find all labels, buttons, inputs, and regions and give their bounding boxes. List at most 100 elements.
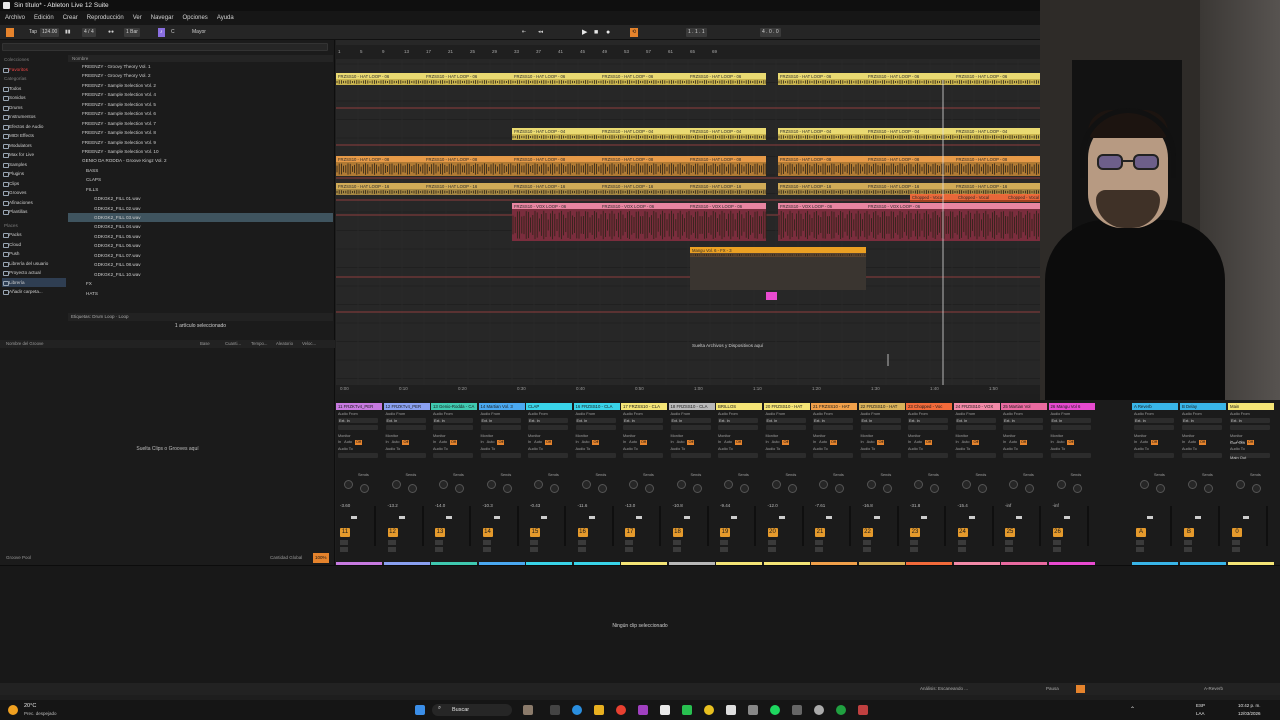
audio-clip[interactable]: FRZSS10 - HAT LOOP - 16 (866, 183, 954, 195)
input-channel-select[interactable] (433, 425, 473, 430)
monitor-off-button[interactable]: Off (1067, 440, 1075, 445)
audio-clip[interactable]: FRZSS10 - HAT LOOP - 04 (866, 128, 954, 140)
audio-clip[interactable]: FRZSS10 - HAT LOOP - 04 (778, 128, 866, 140)
stop-button[interactable]: ■ (592, 28, 600, 37)
volume-fader[interactable] (1170, 506, 1172, 546)
place-push[interactable]: Push (2, 249, 66, 259)
input-channel-select[interactable] (480, 425, 521, 430)
audio-clip[interactable]: FRZSS10 - VOX LOOP - 06 (600, 203, 688, 241)
audio-clip[interactable]: FRZSS10 - HAT LOOP - 16 (688, 183, 767, 195)
track-title[interactable]: 21 FRZSS10 - HAT (811, 403, 857, 410)
nudge-icon[interactable]: ▮▮ (63, 28, 71, 37)
input-channel-select[interactable] (670, 425, 711, 430)
track-title[interactable]: 26 Mangu Vol 6 (1048, 403, 1095, 410)
app-icon-7[interactable] (814, 705, 824, 715)
audio-clip[interactable]: FRZSS10 - HAT LOOP - 06 (954, 73, 1040, 85)
solo-button[interactable] (672, 540, 681, 545)
input-type-select[interactable]: Ext. In (670, 418, 711, 423)
monitor-off-button[interactable]: Off (449, 440, 457, 445)
menu-archivo[interactable]: Archivo (5, 15, 25, 21)
monitor-off-button[interactable]: Off (497, 440, 505, 445)
send-a-knob[interactable] (1140, 480, 1149, 489)
track-activator-button[interactable]: 13 (435, 528, 445, 537)
category-instrumentos[interactable]: Instrumentos (2, 112, 66, 122)
arm-button[interactable] (387, 547, 396, 552)
audio-clip[interactable]: FRZSS10 - VOX LOOP - 06 (866, 203, 1040, 241)
fader-cap[interactable] (1016, 516, 1022, 519)
track-activator-button[interactable]: 14 (482, 528, 493, 537)
monitor-in-button[interactable]: In (766, 440, 769, 445)
monitor-off-button[interactable]: Off (924, 440, 932, 445)
output-select[interactable] (813, 453, 853, 458)
track-title[interactable]: 16 FRZSS10 - CLA (573, 403, 620, 410)
audio-clip[interactable]: FRZSS10 - HAT LOOP - 04 (954, 128, 1040, 140)
category-afinaciones[interactable]: Afinaciones (2, 198, 66, 208)
track-activator-button[interactable]: 20 (767, 528, 778, 537)
monitor-in-button[interactable]: In (956, 440, 959, 445)
volume-fader[interactable] (1086, 506, 1089, 546)
menu-ayuda[interactable]: Ayuda (217, 15, 234, 21)
volume-value[interactable]: -15.4 (958, 503, 968, 508)
arm-button[interactable] (862, 547, 871, 552)
send-a-knob[interactable] (391, 480, 401, 489)
output-select[interactable] (955, 453, 996, 458)
input-channel-select[interactable] (1230, 425, 1270, 430)
app-icon-2[interactable] (682, 705, 692, 715)
place-user-library[interactable]: Librería del usuario (2, 259, 66, 269)
send-b-knob[interactable] (502, 484, 512, 493)
fader-cap[interactable] (968, 516, 975, 519)
send-a-knob[interactable] (1188, 480, 1197, 489)
monitor-auto-button[interactable]: Auto (724, 440, 732, 445)
monitor-in-button[interactable]: In (1182, 440, 1185, 445)
input-type-select[interactable]: Ext. In (813, 418, 853, 423)
track-title[interactable]: 18 FRZSS10 - CLA (668, 403, 715, 410)
monitor-in-button[interactable]: In (1051, 440, 1054, 445)
input-type-select[interactable]: Ext. In (623, 418, 663, 423)
audio-clip[interactable]: FRZSS10 - HAT LOOP - 04 (600, 128, 688, 140)
file-row[interactable]: FREENZY - Sample Selection Vol. 6 (68, 109, 333, 118)
clock-time[interactable]: 10:42 p. m. (1238, 703, 1261, 708)
scale-select[interactable]: Mayor (190, 28, 208, 37)
arm-button[interactable] (672, 547, 681, 552)
audio-clip[interactable]: FRZSS10 - HAT LOOP - 16 (600, 183, 688, 195)
lang-indicator[interactable]: ESP (1196, 703, 1205, 708)
monitor-in-button[interactable]: In (718, 440, 721, 445)
audio-clip[interactable]: FRZSS10 - HAT LOOP - 08 (600, 156, 688, 176)
audio-clip[interactable]: FRZSS10 - HAT LOOP - 06 (424, 73, 512, 85)
send-a-knob[interactable] (344, 480, 353, 489)
monitor-auto-button[interactable]: Auto (582, 440, 590, 445)
track-activator-button[interactable]: B (1184, 528, 1194, 537)
fader-cap[interactable] (1063, 516, 1070, 519)
category-modulators[interactable]: Modulators (2, 141, 66, 151)
track-activator-button[interactable]: 16 (577, 528, 588, 537)
track-activator-button[interactable]: 0 (1232, 528, 1242, 537)
audio-clip[interactable]: FRZSS10 - VOX LOOP - 06 (778, 203, 866, 241)
arrangement-view[interactable]: 1 5 9 13 17 21 25 29 33 37 41 45 49 53 57 61 65 69 FRZSS1… (336, 40, 1040, 394)
send-b-knob[interactable] (835, 484, 844, 493)
monitor-in-button[interactable]: In (433, 440, 436, 445)
menu-ver[interactable]: Ver (133, 15, 142, 21)
audio-clip[interactable]: FRZSS10 - HAT LOOP - 16 (512, 183, 600, 195)
category-efectos-audio[interactable]: Efectos de Audio (2, 122, 66, 132)
global-amount-value[interactable]: 100% (313, 553, 329, 563)
fader-cap[interactable] (493, 516, 500, 519)
send-a-knob[interactable] (1009, 480, 1018, 489)
track-title[interactable]: 17 FRZSS10 - CLA (621, 403, 667, 410)
input-channel-select[interactable] (1003, 425, 1043, 430)
file-row[interactable]: GDKGK2_FILL 01.wav (68, 194, 333, 203)
monitor-off-button[interactable]: Off (639, 440, 647, 445)
track-activator-button[interactable]: 19 (720, 528, 730, 537)
volume-fader[interactable] (991, 506, 994, 546)
monitor-auto-button[interactable]: Auto (1188, 440, 1196, 445)
volume-fader[interactable] (421, 506, 424, 546)
input-channel-select[interactable] (718, 425, 758, 430)
audio-clip[interactable]: FRZSS10 - HAT LOOP - 04 (688, 128, 767, 140)
input-channel-select[interactable] (575, 425, 616, 430)
monitor-in-button[interactable]: In (861, 440, 864, 445)
loop-length-field[interactable]: 4 . 0 . 0 (760, 28, 781, 37)
volume-fader[interactable] (374, 506, 376, 546)
output-select[interactable] (670, 453, 711, 458)
tray-chevron-icon[interactable]: ⌃ (1130, 706, 1135, 713)
audio-clip[interactable]: FRZSS10 - HAT LOOP - 04 (512, 128, 600, 140)
send-b-knob[interactable] (740, 484, 749, 493)
